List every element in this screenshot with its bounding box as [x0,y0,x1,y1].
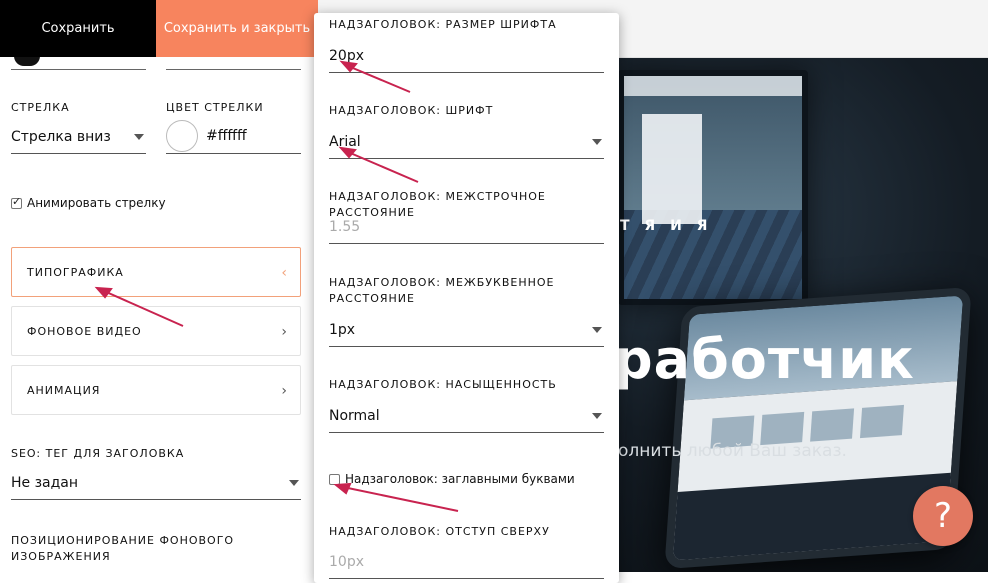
seo-tag-value: Не задан [11,475,79,491]
arrow-color-underline [166,124,301,154]
seo-tag-label: SEO: тег для заголовка [11,447,185,460]
kicker-font-select[interactable]: Arial [329,129,604,159]
section-animation-label: АНИМАЦИЯ [27,384,101,397]
chevron-down-icon [289,480,299,486]
kicker-font-value: Arial [329,134,361,150]
kicker-weight-select[interactable]: Normal [329,403,604,433]
section-bg-video-label: ФОНОВОЕ ВИДЕО [27,325,142,338]
arrow-color-label: Цвет стрелки [166,101,264,114]
hero-kicker: Т Я И Я [620,218,713,234]
animate-arrow-checkbox[interactable] [11,195,22,209]
kicker-margin-top-input[interactable]: 10px [329,549,604,579]
kicker-letter-spacing-value: 1px [329,322,356,338]
chevron-down-icon [592,327,602,333]
chevron-down-icon [134,134,144,140]
section-typography[interactable]: ТИПОГРАФИКА ‹ [11,247,301,297]
settings-panel: Стрелка Стрелка вниз Цвет стрелки #fffff… [0,0,318,572]
save-button[interactable]: Сохранить [0,0,156,57]
save-and-close-button[interactable]: Сохранить и закрыть [156,0,318,57]
kicker-letter-spacing-select[interactable]: 1px [329,317,604,347]
arrow-select[interactable]: Стрелка вниз [11,124,146,154]
field-underline-partial [11,69,146,70]
chevron-down-icon [592,413,602,419]
kicker-weight-label: Надзаголовок: насыщенность [329,378,557,391]
kicker-letter-spacing-label: Надзаголовок: межбуквенное расстояние [329,276,555,305]
chevron-right-icon: › [281,324,288,340]
hero-title: работчик [614,328,915,391]
animate-arrow-label: Анимировать стрелку [27,196,166,210]
bg-position-label: Позиционирование фонового изображения [11,534,235,563]
kicker-uppercase-label: Надзаголовок: заглавными буквами [345,472,575,486]
chevron-down-icon [592,139,602,145]
hero-subtitle: олнить любой Ваш заказ. [618,441,847,461]
section-bg-video[interactable]: ФОНОВОЕ ВИДЕО › [11,306,301,356]
seo-tag-select[interactable]: Не задан [11,470,301,500]
kicker-font-size-label: Надзаголовок: размер шрифта [329,18,557,31]
kicker-uppercase-checkbox-row[interactable]: Надзаголовок: заглавными буквами [329,472,575,486]
chevron-right-icon: › [281,383,288,399]
help-button[interactable]: ? [913,486,973,546]
section-animation[interactable]: АНИМАЦИЯ › [11,365,301,415]
section-typography-label: ТИПОГРАФИКА [27,266,124,279]
kicker-line-height-input[interactable]: 1.55 [329,214,604,244]
animate-arrow-checkbox-row[interactable]: Анимировать стрелку [11,195,166,210]
field-underline-partial [166,69,301,70]
kicker-weight-value: Normal [329,408,380,424]
kicker-margin-top-label: Надзаголовок: отступ сверху [329,525,550,538]
arrow-label: Стрелка [11,101,70,114]
arrow-select-value: Стрелка вниз [11,129,111,145]
kicker-font-size-input[interactable]: 20px [329,43,604,73]
typography-popover: Надзаголовок: размер шрифта 20px Надзаго… [314,13,619,583]
kicker-uppercase-checkbox[interactable] [329,473,340,485]
kicker-font-label: Надзаголовок: шрифт [329,104,494,117]
color-swatch-partial [14,56,40,66]
chevron-left-icon: ‹ [281,265,288,281]
monitor-mockup-image [618,70,808,305]
